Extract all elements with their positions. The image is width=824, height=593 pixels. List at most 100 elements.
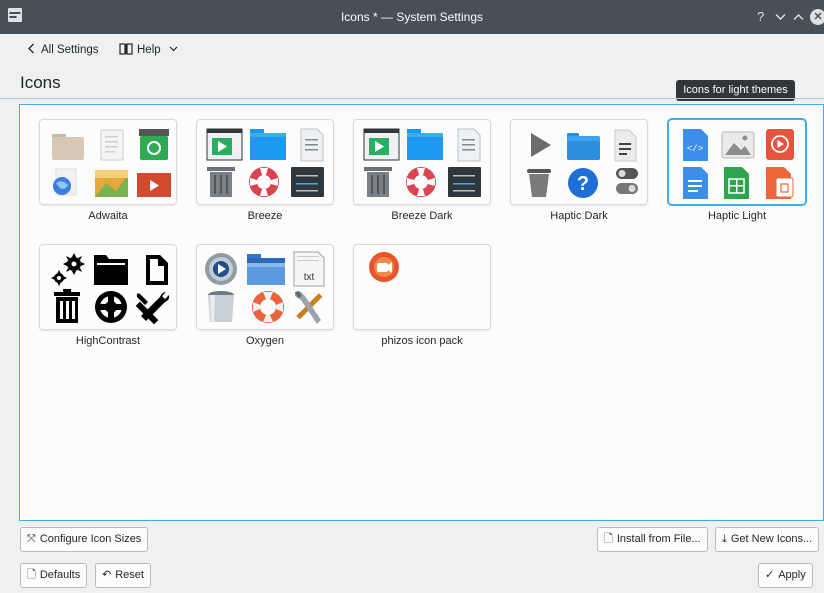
close-icon[interactable]: ✕	[810, 9, 824, 25]
minimize-icon[interactable]	[775, 13, 786, 21]
play-icon	[531, 133, 551, 157]
theme-preview	[40, 245, 176, 329]
install-from-file-button[interactable]: 🗋 Install from File...	[597, 527, 708, 552]
help-question-icon[interactable]: ?	[757, 9, 764, 24]
image-icon	[95, 170, 128, 197]
video-icon	[137, 173, 171, 197]
theme-name: Oxygen	[246, 335, 284, 347]
document-import-icon: 🗋	[604, 533, 613, 545]
theme-preview	[197, 120, 333, 204]
reset-button[interactable]: ↶ Reset	[95, 563, 151, 588]
folder-icon	[250, 129, 286, 160]
theme-preview	[354, 245, 490, 329]
settings-sliders-icon	[448, 167, 481, 197]
player-icon	[206, 128, 243, 161]
help-menu-button[interactable]: Help	[119, 41, 178, 61]
folder-icon	[567, 133, 600, 160]
icon-theme-grid[interactable]: Adwaita Breeze Breeze Dark ? Haptic Dark…	[19, 104, 824, 521]
document-icon	[100, 129, 124, 161]
code-file-icon: </>	[683, 129, 708, 161]
theme-tile-haptic-dark[interactable]: ? Haptic Dark	[511, 120, 647, 222]
video-camera-icon	[369, 252, 399, 282]
theme-tile-breeze[interactable]: Breeze	[197, 120, 333, 222]
trash-icon	[54, 289, 80, 323]
web-globe-icon	[53, 168, 77, 196]
theme-name: Haptic Dark	[550, 210, 608, 222]
theme-name: Breeze	[247, 210, 283, 222]
highcontrast-preview-icons	[51, 253, 170, 325]
trash-icon	[207, 167, 235, 197]
title-bar: Icons * — System Settings ? ✕	[0, 0, 824, 34]
lifebuoy-icon	[406, 167, 436, 197]
theme-preview: ?	[511, 120, 647, 204]
lifebuoy-icon	[249, 167, 279, 197]
folder-icon	[407, 129, 443, 160]
theme-preview	[40, 120, 176, 204]
defaults-button[interactable]: 🗋 Defaults	[20, 563, 88, 588]
reset-label: Reset	[115, 569, 144, 581]
txt-file-label: txt	[304, 272, 315, 283]
download-icon: ⤓	[722, 533, 727, 545]
lifebuoy-icon	[95, 291, 127, 323]
page-title: Icons	[20, 73, 61, 92]
checkmark-icon: ✓	[765, 569, 775, 581]
document-revert-icon: 🗋	[27, 569, 36, 581]
maximize-icon[interactable]	[793, 13, 804, 21]
text-document-icon	[683, 167, 708, 199]
text-file-icon: txt	[293, 251, 325, 287]
gears-icon	[51, 253, 85, 286]
header-separator	[0, 98, 824, 99]
toggle-switch-icon	[616, 168, 638, 194]
apply-button[interactable]: ✓ Apply	[758, 563, 813, 588]
folder-icon	[52, 134, 84, 160]
trash-icon	[139, 129, 169, 160]
chevron-left-icon	[28, 43, 34, 54]
theme-preview: txt	[197, 245, 333, 329]
presentation-icon	[766, 167, 794, 199]
all-settings-button[interactable]: All Settings	[27, 41, 99, 61]
media-gear-icon	[205, 253, 237, 285]
theme-preview: </>	[669, 120, 805, 204]
haptic-dark-preview-icons: ?	[527, 129, 638, 198]
haptic-light-preview-icons: </>	[683, 129, 794, 199]
help-book-icon	[119, 43, 133, 55]
document-icon	[614, 129, 637, 162]
folder-icon	[247, 254, 285, 285]
theme-name: HighContrast	[75, 335, 141, 347]
defaults-label: Defaults	[39, 569, 81, 581]
system-settings-window: Icons * — System Settings ? ✕ All Settin…	[0, 0, 824, 593]
tools-icon	[295, 291, 323, 324]
trash-icon	[364, 167, 392, 197]
theme-tile-breeze-dark[interactable]: Breeze Dark	[354, 120, 490, 222]
get-new-icons-button[interactable]: ⤓ Get New Icons...	[715, 527, 820, 552]
trash-icon	[527, 169, 551, 197]
lifebuoy-icon	[252, 291, 284, 323]
spreadsheet-icon	[724, 167, 749, 199]
theme-tile-haptic-light[interactable]: </> Haptic Light	[669, 120, 805, 222]
theme-preview	[354, 120, 490, 204]
document-icon	[457, 128, 481, 162]
theme-name: Haptic Light	[707, 210, 767, 222]
theme-name: phizos icon pack	[381, 335, 463, 347]
svg-text:</>: </>	[687, 144, 703, 154]
image-icon	[721, 131, 755, 159]
window-title: Icons * — System Settings	[340, 10, 484, 24]
breeze-dark-preview-icons	[363, 128, 481, 197]
apply-label: Apply	[778, 569, 806, 581]
help-label: Help	[137, 44, 161, 56]
theme-tile-adwaita[interactable]: Adwaita	[40, 120, 176, 222]
folder-icon	[94, 255, 128, 285]
oxygen-preview-icons: txt	[205, 251, 325, 324]
document-icon	[146, 255, 168, 285]
configure-icon-sizes-button[interactable]: ⤧ Configure Icon Sizes	[20, 527, 149, 552]
theme-tile-oxygen[interactable]: txt Oxygen	[197, 245, 333, 347]
video-file-icon	[766, 129, 794, 160]
document-icon	[300, 128, 324, 162]
player-icon	[363, 128, 400, 161]
settings-sliders-icon	[291, 167, 324, 197]
theme-tile-highcontrast[interactable]: HighContrast	[40, 245, 176, 347]
chevron-down-icon	[169, 46, 178, 52]
navigation-bar: All Settings Help	[0, 34, 824, 66]
help-circle-icon: ?	[568, 168, 598, 198]
theme-tile-phizos-icon-pack[interactable]: phizos icon pack	[354, 245, 490, 347]
